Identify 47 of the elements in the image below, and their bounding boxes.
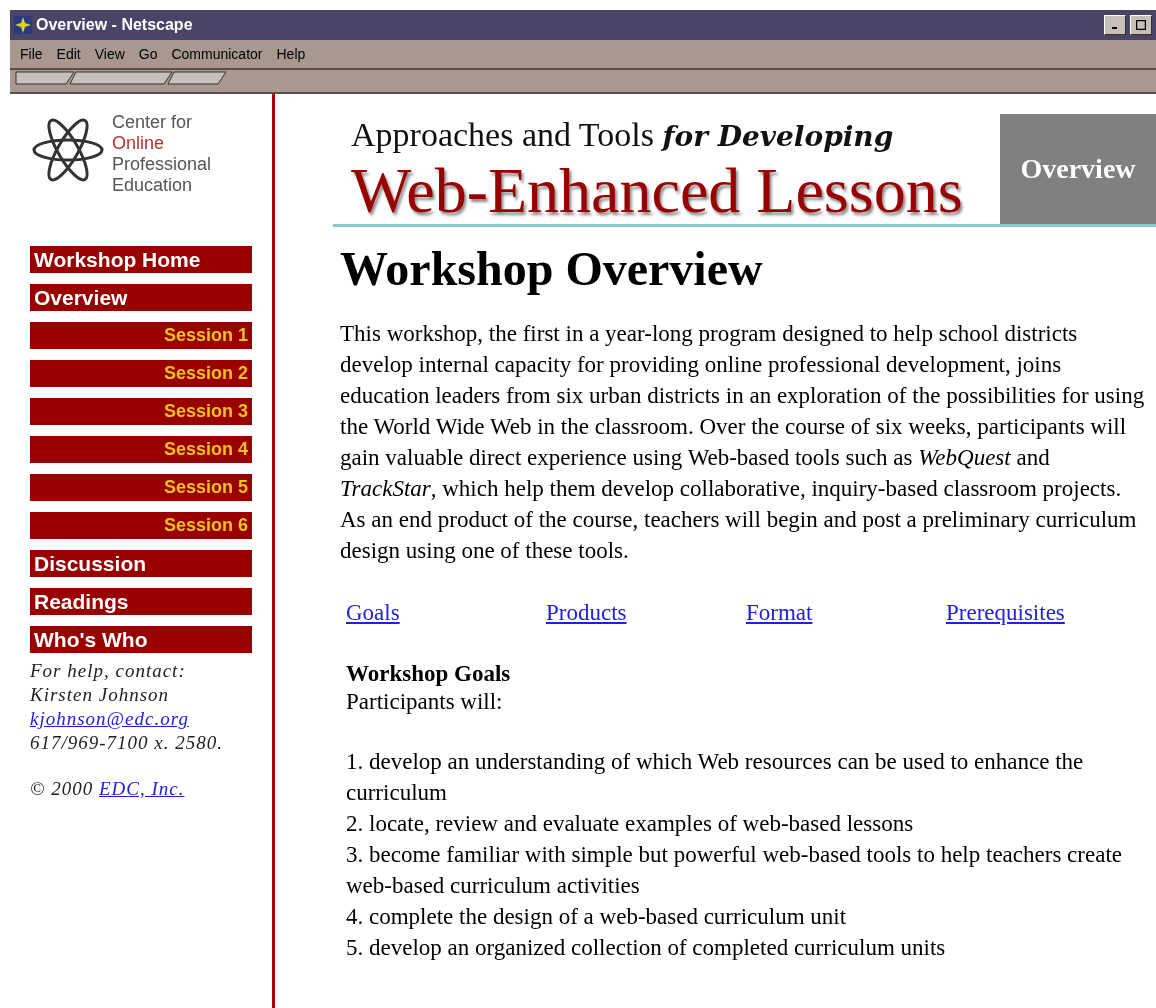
section-link[interactable]: Goals [346, 600, 546, 626]
nav-link[interactable]: Session 4 [30, 436, 252, 463]
menu-item[interactable]: Edit [56, 46, 81, 62]
company-link[interactable]: EDC, Inc. [98, 778, 185, 799]
menu-item[interactable]: View [94, 46, 125, 62]
goals-heading: Workshop Goals [346, 660, 512, 688]
logo-text: Center for Online Professional Education [112, 112, 212, 196]
maximize-button[interactable] [1130, 15, 1152, 35]
menu-item[interactable]: File [20, 46, 43, 62]
email-link[interactable]: kjohnson@edc.org [30, 708, 189, 729]
nav-link[interactable]: Session 1 [30, 322, 252, 349]
nav-link[interactable]: Discussion [30, 550, 252, 577]
contact-name: Kirsten Johnson [30, 683, 171, 707]
page-heading: Workshop Overview [340, 241, 764, 296]
nav-link[interactable]: Session 6 [30, 512, 252, 539]
section-link[interactable]: Format [746, 600, 946, 626]
star-icon [14, 16, 32, 34]
nav-link[interactable]: Readings [30, 588, 252, 615]
menu-item[interactable]: Go [138, 46, 158, 62]
minimize-button[interactable] [1104, 15, 1126, 35]
section-tag: Overview [1000, 114, 1156, 224]
menu-item[interactable]: Communicator [171, 46, 263, 62]
goal-item: 3. become familiar with simple but powerful web-based tools to help teachers create web-based curriculum activities [346, 841, 1123, 900]
nav-link[interactable]: Session 2 [30, 360, 252, 387]
nav-link[interactable]: Overview [30, 284, 252, 311]
nav-link[interactable]: Session 3 [30, 398, 252, 425]
banner-script: for Developing [662, 120, 894, 153]
banner-subtitle: Approaches and Tools [351, 116, 654, 153]
section-link[interactable]: Prerequisites [946, 600, 1146, 626]
nav-link[interactable]: Session 5 [30, 474, 252, 501]
goals-lead: Participants will: [346, 688, 504, 716]
phone-text: 617/969-7100 x. 2580. [30, 731, 225, 755]
intro-paragraph: This workshop, the first in a year-long program designed to help school districts develop internal capacity for providing online professional development, joins education leaders from six urban districts in an exploration of the possibilities for using the World Wide Web in the classroom. Over the course of six weeks, participants will gain valuable direct experience using Web-based tools such as WebQuest and TrackStar, which help them develop collaborative, inquiry-based classroom projects. As an end product of the course, teachers will begin and post a preliminary curriculum design using one of these tools. [340, 320, 1146, 565]
goal-item: 5. develop an organized collection of completed curriculum units [346, 934, 947, 962]
goal-item: 2. locate, review and evaluate examples of web-based lessons [346, 810, 915, 838]
toolbar-tabs-drawing[interactable] [14, 70, 226, 86]
goal-item: 1. develop an understanding of which Web resources can be used to enhance the curriculum [346, 748, 1085, 807]
nav-link[interactable]: Workshop Home [30, 246, 252, 273]
help-text: For help, contact: [30, 659, 187, 683]
goal-item: 4. complete the design of a web-based curriculum unit [346, 903, 848, 931]
window-title: Overview - Netscape [36, 16, 193, 34]
nav-link[interactable]: Who's Who [30, 626, 252, 653]
maximize-icon [1136, 20, 1146, 30]
section-link[interactable]: Products [546, 600, 746, 626]
copyright-text: © 2000 [30, 778, 94, 799]
banner-title: Web-Enhanced Lessons [351, 158, 964, 224]
menu-item[interactable]: Help [276, 46, 306, 62]
